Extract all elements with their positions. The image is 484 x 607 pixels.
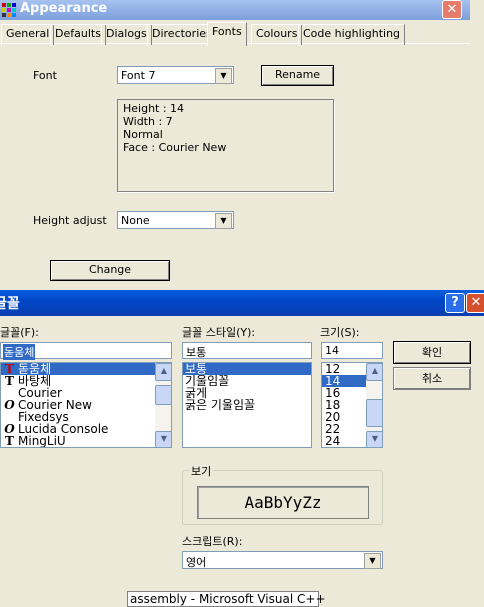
script-value: 영어	[186, 556, 207, 569]
font-list-scrollbar[interactable]: ▲ ▼	[155, 363, 171, 447]
list-item[interactable]: 24	[322, 435, 340, 447]
rename-button[interactable]: Rename	[261, 65, 334, 86]
chevron-down-icon[interactable]: ▼	[215, 213, 232, 229]
truetype-icon: T	[5, 374, 14, 388]
tab-defaults[interactable]: Defaults	[50, 24, 106, 45]
font-item-label: MingLiU	[18, 434, 66, 448]
font-style-info: Normal	[123, 128, 163, 141]
ok-button[interactable]: 확인	[393, 341, 471, 364]
height-adjust-label: Height adjust	[33, 214, 107, 227]
font-width-info: Width : 7	[123, 115, 173, 128]
font-label: Font	[33, 69, 57, 82]
font-name-value: 돋움체	[3, 344, 36, 360]
opentype-icon: O	[4, 398, 15, 412]
font-size-input[interactable]: 14	[321, 342, 383, 359]
appearance-title: Appearance	[20, 1, 108, 16]
font-style-label: 글꼴 스타일(Y):	[182, 326, 256, 339]
font-dialog: 글꼴 ? ✕ 글꼴(F): 돋움체 T 돋움체 T 바탕체 Courier O Cou…	[0, 290, 484, 607]
change-button[interactable]: Change	[50, 260, 170, 281]
scroll-down-icon[interactable]: ▼	[155, 431, 171, 447]
scroll-up-icon[interactable]: ▲	[366, 363, 382, 381]
script-label: 스크립트(R):	[182, 535, 243, 548]
scroll-up-icon[interactable]: ▲	[155, 363, 171, 381]
font-style-list[interactable]: 보통 기울임꼴 굵게 굵은 기울임꼴	[182, 362, 312, 448]
tab-colours[interactable]: Colours	[251, 24, 303, 45]
height-adjust-select[interactable]: None ▼	[117, 211, 234, 229]
scroll-thumb[interactable]	[155, 385, 171, 405]
script-select[interactable]: 영어 ▼	[182, 551, 383, 569]
font-select-value: Font 7	[121, 69, 156, 82]
tab-fonts[interactable]: Fonts	[207, 22, 247, 46]
height-adjust-value: None	[121, 214, 150, 227]
tab-general[interactable]: General	[1, 24, 55, 45]
font-dialog-title: 글꼴	[0, 296, 20, 312]
scroll-down-icon[interactable]: ▼	[366, 431, 382, 447]
font-dialog-titlebar[interactable]: 글꼴 ? ✕	[0, 290, 484, 316]
size-list-scrollbar[interactable]: ▲ ▼	[366, 363, 382, 447]
font-name-label: 글꼴(F):	[0, 326, 39, 339]
scroll-thumb[interactable]	[366, 399, 382, 427]
preview-sample: AaBbYyZz	[197, 486, 369, 519]
list-item[interactable]: T MingLiU	[1, 435, 66, 447]
chevron-down-icon[interactable]: ▼	[215, 68, 232, 84]
help-icon[interactable]: ?	[445, 293, 465, 313]
preview-group: 보기 AaBbYyZz	[182, 463, 383, 525]
font-size-value: 14	[325, 344, 339, 357]
tab-strip: General Defaults Dialogs Directories Fon…	[0, 22, 470, 46]
font-style-input[interactable]: 보통	[182, 342, 312, 359]
font-size-label: 크기(S):	[320, 326, 360, 339]
truetype-icon: T	[5, 434, 14, 448]
font-size-list[interactable]: 12 14 16 18 20 22 24 ▲ ▼	[321, 362, 383, 448]
close-icon[interactable]: ✕	[466, 293, 484, 313]
font-face-info: Face : Courier New	[123, 141, 227, 154]
tab-code-highlighting[interactable]: Code highlighting	[298, 24, 406, 45]
appearance-titlebar[interactable]: Appearance ✕	[0, 0, 470, 20]
close-icon[interactable]: ✕	[442, 0, 462, 19]
preview-label: 보기	[189, 463, 214, 479]
font-info-panel: Height : 14 Width : 7 Normal Face : Cour…	[117, 99, 334, 192]
font-style-value: 보통	[186, 346, 207, 359]
app-grid-icon	[2, 3, 16, 17]
font-height-info: Height : 14	[123, 102, 185, 115]
cancel-button[interactable]: 취소	[393, 367, 471, 390]
font-select[interactable]: Font 7 ▼	[117, 66, 234, 84]
font-name-list[interactable]: T 돋움체 T 바탕체 Courier O Courier New Fixedsys …	[0, 362, 172, 448]
list-item[interactable]: 굵은 기울임꼴	[183, 399, 255, 411]
font-name-input[interactable]: 돋움체	[0, 342, 172, 360]
taskbar-tooltip: assembly - Microsoft Visual C++	[127, 591, 326, 607]
appearance-window: Appearance ✕ General Defaults Dialogs Di…	[0, 0, 470, 290]
chevron-down-icon[interactable]: ▼	[364, 553, 381, 569]
tab-dialogs[interactable]: Dialogs	[101, 24, 152, 45]
